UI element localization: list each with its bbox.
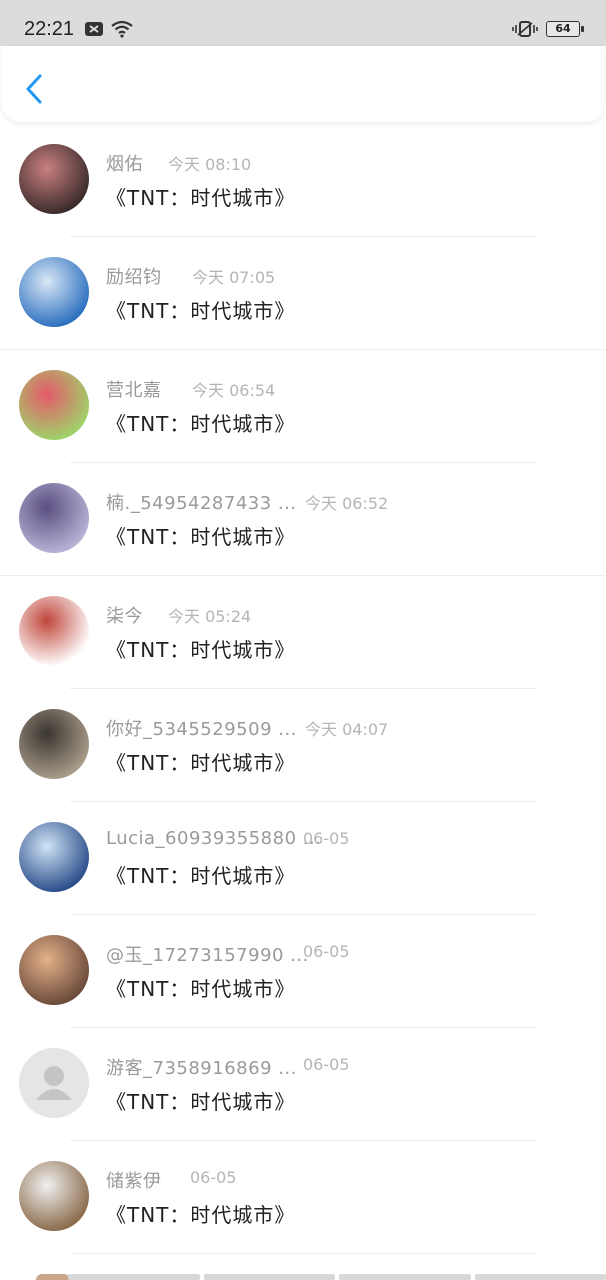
list-item[interactable]: 游客_7358916869 ... 06-05 《TNT：时代城市》 — [0, 1028, 606, 1141]
name-line: 营北嘉 — [106, 376, 162, 402]
name-line: Lucia_60939355880 ... — [106, 828, 321, 849]
name-line: 烟佑 — [106, 150, 143, 176]
message-text: 《TNT：时代城市》 — [106, 977, 296, 1001]
message-text: 《TNT：时代城市》 — [106, 186, 296, 210]
list-item[interactable]: 储紫伊 06-05 《TNT：时代城市》 — [0, 1141, 606, 1254]
divider — [70, 1253, 536, 1254]
message-time: 06-05 — [303, 829, 350, 848]
user-name[interactable]: Lucia_60939355880 ... — [106, 828, 321, 849]
avatar[interactable] — [19, 1161, 89, 1231]
message-text: 《TNT：时代城市》 — [106, 1090, 296, 1114]
default-avatar-icon[interactable] — [19, 1048, 89, 1118]
user-name[interactable]: @玉_17273157990 ... — [106, 941, 309, 967]
name-line: 储紫伊 — [106, 1167, 162, 1193]
message-time: 今天 06:52 — [305, 494, 389, 513]
name-line: 游客_7358916869 ... — [106, 1054, 297, 1080]
message-time: 06-05 — [190, 1168, 237, 1187]
message-time: 06-05 — [303, 1055, 350, 1074]
name-line: 楠._54954287433 ... — [106, 489, 297, 515]
wifi-icon — [111, 20, 133, 38]
list-item[interactable]: 柒今 今天 05:24 《TNT：时代城市》 — [0, 576, 606, 689]
name-line: 柒今 — [106, 602, 143, 628]
name-line: 励绍钧 — [106, 263, 162, 289]
avatar[interactable] — [19, 709, 89, 779]
message-time: 今天 06:54 — [192, 381, 276, 400]
partial-next-row — [0, 1274, 606, 1280]
message-text: 《TNT：时代城市》 — [106, 864, 296, 888]
user-name[interactable]: 你好_5345529509 ... — [106, 715, 297, 741]
list-item[interactable]: 烟佑 今天 08:10 《TNT：时代城市》 — [0, 124, 606, 237]
avatar[interactable] — [19, 596, 89, 666]
avatar[interactable] — [19, 257, 89, 327]
battery-indicator: 64 — [546, 21, 584, 37]
list-item[interactable]: 营北嘉 今天 06:54 《TNT：时代城市》 — [0, 350, 606, 463]
message-text: 《TNT：时代城市》 — [106, 638, 296, 662]
list-item[interactable]: 励绍钧 今天 07:05 《TNT：时代城市》 — [0, 237, 606, 350]
name-line: 你好_5345529509 ... — [106, 715, 297, 741]
message-text: 《TNT：时代城市》 — [106, 1203, 296, 1227]
vibrate-icon — [512, 21, 538, 37]
avatar[interactable] — [19, 144, 89, 214]
notification-icon — [85, 22, 103, 36]
user-name[interactable]: 游客_7358916869 ... — [106, 1054, 297, 1080]
message-time: 今天 04:07 — [305, 720, 389, 739]
name-line: @玉_17273157990 ... — [106, 941, 309, 967]
list-item[interactable]: Lucia_60939355880 ... 06-05 《TNT：时代城市》 — [0, 802, 606, 915]
chevron-left-icon — [26, 74, 42, 104]
message-time: 今天 07:05 — [192, 268, 276, 287]
top-app-bar — [2, 46, 604, 122]
list-item[interactable]: 楠._54954287433 ... 今天 06:52 《TNT：时代城市》 — [0, 463, 606, 576]
avatar[interactable] — [19, 483, 89, 553]
list-item[interactable]: @玉_17273157990 ... 06-05 《TNT：时代城市》 — [0, 915, 606, 1028]
message-time: 06-05 — [303, 942, 350, 961]
avatar[interactable] — [19, 370, 89, 440]
message-text: 《TNT：时代城市》 — [106, 299, 296, 323]
avatar[interactable] — [19, 822, 89, 892]
back-button[interactable] — [20, 72, 50, 106]
avatar[interactable] — [19, 935, 89, 1005]
message-text: 《TNT：时代城市》 — [106, 412, 296, 436]
status-time: 22:21 — [24, 18, 75, 40]
user-name[interactable]: 励绍钧 — [106, 263, 162, 289]
status-bar: 22:21 64 — [0, 0, 606, 46]
user-name[interactable]: 烟佑 — [106, 150, 143, 176]
list-item[interactable]: 你好_5345529509 ... 今天 04:07 《TNT：时代城市》 — [0, 689, 606, 802]
user-name[interactable]: 楠._54954287433 ... — [106, 489, 297, 515]
user-name[interactable]: 柒今 — [106, 602, 143, 628]
message-time: 今天 08:10 — [168, 155, 252, 174]
status-left-icons — [84, 20, 134, 38]
message-time: 今天 05:24 — [168, 607, 252, 626]
status-right-icons: 64 — [512, 20, 584, 38]
message-text: 《TNT：时代城市》 — [106, 751, 296, 775]
user-name[interactable]: 储紫伊 — [106, 1167, 162, 1193]
message-text: 《TNT：时代城市》 — [106, 525, 296, 549]
message-list: 烟佑 今天 08:10 《TNT：时代城市》 励绍钧 今天 07:05 《TNT：时代城市… — [0, 124, 606, 1254]
user-name[interactable]: 营北嘉 — [106, 376, 162, 402]
